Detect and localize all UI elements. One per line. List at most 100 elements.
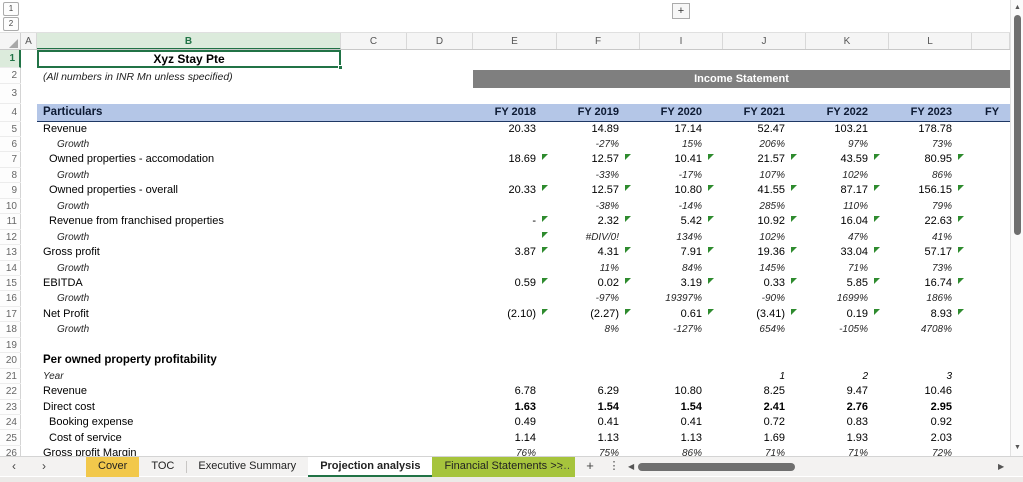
cell-value[interactable] xyxy=(473,261,557,276)
year-header-2[interactable]: FY 2019 xyxy=(557,104,640,120)
cell-value[interactable]: 73% xyxy=(889,261,973,276)
cell-value[interactable]: 3 xyxy=(889,369,973,384)
cell-value[interactable] xyxy=(889,338,973,353)
cell-value[interactable]: 86% xyxy=(640,446,723,456)
column-header-D[interactable]: D xyxy=(407,33,473,49)
column-header-J[interactable]: J xyxy=(723,33,806,49)
cell-value[interactable] xyxy=(806,338,889,353)
cell-value[interactable]: -38% xyxy=(557,199,640,214)
row-label[interactable]: Revenue xyxy=(43,122,87,137)
row-header-26[interactable]: 26 xyxy=(0,446,21,456)
cell-value[interactable]: 19397% xyxy=(640,291,723,306)
sheet-tab-executive-summary[interactable]: Executive Summary xyxy=(186,457,308,477)
cell-value[interactable]: #DIV/0! xyxy=(557,230,640,245)
cell-value[interactable]: 5.85 xyxy=(806,276,889,291)
cell-value[interactable]: 57.17 xyxy=(889,245,973,260)
cell-value[interactable] xyxy=(473,291,557,306)
cell-value[interactable]: 16.04 xyxy=(806,214,889,229)
row-header-24[interactable]: 24 xyxy=(0,415,21,431)
cell-value[interactable]: 6.29 xyxy=(557,384,640,399)
cell-value[interactable]: -127% xyxy=(640,322,723,337)
cell-value[interactable]: 97% xyxy=(806,137,889,152)
cell-value[interactable]: 52.47 xyxy=(723,122,806,137)
cell-value[interactable]: 2.41 xyxy=(723,400,806,415)
row-label[interactable]: Direct cost xyxy=(43,400,95,415)
row-header-8[interactable]: 8 xyxy=(0,168,21,184)
cell-value[interactable]: 17.14 xyxy=(640,122,723,137)
cell-value[interactable]: 43.59 xyxy=(806,152,889,167)
cell-value[interactable]: 21.57 xyxy=(723,152,806,167)
row-label[interactable]: Per owned property profitability xyxy=(43,353,217,368)
cell-value[interactable] xyxy=(889,353,973,368)
year-header-1[interactable]: FY 2018 xyxy=(473,104,557,120)
row-label[interactable]: Booking expense xyxy=(49,415,133,430)
tab-menu-button[interactable]: ⋮ xyxy=(606,457,622,477)
cell-value[interactable]: 10.92 xyxy=(723,214,806,229)
row-label[interactable]: Growth xyxy=(57,199,89,214)
cell-value[interactable]: -14% xyxy=(640,199,723,214)
cell-value[interactable]: 8% xyxy=(557,322,640,337)
row-header-23[interactable]: 23 xyxy=(0,400,21,416)
outline-level-2-button[interactable]: 2 xyxy=(3,17,19,31)
row-label[interactable]: Cost of service xyxy=(49,431,122,446)
cell-value[interactable]: 0.33 xyxy=(723,276,806,291)
cell-value[interactable] xyxy=(473,322,557,337)
cell-value[interactable]: 79% xyxy=(889,199,973,214)
prev-sheet-icon[interactable]: ‹ xyxy=(2,457,26,477)
cell-value[interactable]: 10.41 xyxy=(640,152,723,167)
hscroll-right-icon[interactable]: ▶ xyxy=(998,462,1004,471)
row-header-17[interactable]: 17 xyxy=(0,307,21,323)
cell-value[interactable] xyxy=(473,353,557,368)
cell-value[interactable]: 178.78 xyxy=(889,122,973,137)
particulars-header[interactable]: Particulars xyxy=(43,104,102,120)
cell-value[interactable]: 72% xyxy=(889,446,973,456)
cell-value[interactable]: 1.63 xyxy=(473,400,557,415)
cell-value[interactable] xyxy=(723,353,806,368)
vertical-scroll-thumb[interactable] xyxy=(1014,15,1021,235)
row-label[interactable]: Owned properties - overall xyxy=(49,183,178,198)
cell-value[interactable]: (3.41) xyxy=(723,307,806,322)
column-header-I[interactable]: I xyxy=(640,33,723,49)
cell-value[interactable]: 654% xyxy=(723,322,806,337)
row-label[interactable]: Gross profit Margin xyxy=(43,446,137,456)
cell-value[interactable] xyxy=(473,137,557,152)
row-header-14[interactable]: 14 xyxy=(0,261,21,276)
cell-value[interactable] xyxy=(640,353,723,368)
cell-value[interactable]: 11% xyxy=(557,261,640,276)
cell-value[interactable]: 3.19 xyxy=(640,276,723,291)
cell-value[interactable]: - xyxy=(473,214,557,229)
cell-value[interactable]: 12.57 xyxy=(557,183,640,198)
sheet-tab-toc[interactable]: TOC xyxy=(139,457,186,477)
cell-value[interactable]: 4708% xyxy=(889,322,973,337)
row-label[interactable]: Gross profit xyxy=(43,245,100,260)
column-header-C[interactable]: C xyxy=(341,33,407,49)
select-all-corner[interactable] xyxy=(0,33,21,49)
row-header-20[interactable]: 20 xyxy=(0,353,21,369)
cell-value[interactable] xyxy=(640,338,723,353)
cell-value[interactable]: 0.41 xyxy=(640,415,723,430)
row-header-22[interactable]: 22 xyxy=(0,384,21,400)
cell-value[interactable]: 1.54 xyxy=(557,400,640,415)
cell-value[interactable]: 20.33 xyxy=(473,183,557,198)
cell-value[interactable]: 3.87 xyxy=(473,245,557,260)
cell-value[interactable]: -33% xyxy=(557,168,640,183)
cell-value[interactable]: 10.80 xyxy=(640,183,723,198)
cell-value[interactable]: 0.02 xyxy=(557,276,640,291)
year-header-4[interactable]: FY 2021 xyxy=(723,104,806,120)
row-label[interactable]: Growth xyxy=(57,291,89,306)
sheet-tab-cover[interactable]: Cover xyxy=(86,457,140,477)
row-label[interactable]: Growth xyxy=(57,261,89,276)
cell-value[interactable]: 8.93 xyxy=(889,307,973,322)
cell-value[interactable]: 2 xyxy=(806,369,889,384)
cell-value[interactable]: 10.80 xyxy=(640,384,723,399)
cell-value[interactable] xyxy=(806,353,889,368)
cell-value[interactable]: 0.49 xyxy=(473,415,557,430)
cell-value[interactable]: 1699% xyxy=(806,291,889,306)
row-header-1[interactable]: 1 xyxy=(0,50,21,68)
cell-value[interactable]: 156.15 xyxy=(889,183,973,198)
cell-value[interactable]: 71% xyxy=(806,261,889,276)
cell-value[interactable]: 110% xyxy=(806,199,889,214)
sheet-tab-projection-analysis[interactable]: Projection analysis xyxy=(308,457,433,477)
cell-value[interactable]: 73% xyxy=(889,137,973,152)
cell-value[interactable]: 47% xyxy=(806,230,889,245)
